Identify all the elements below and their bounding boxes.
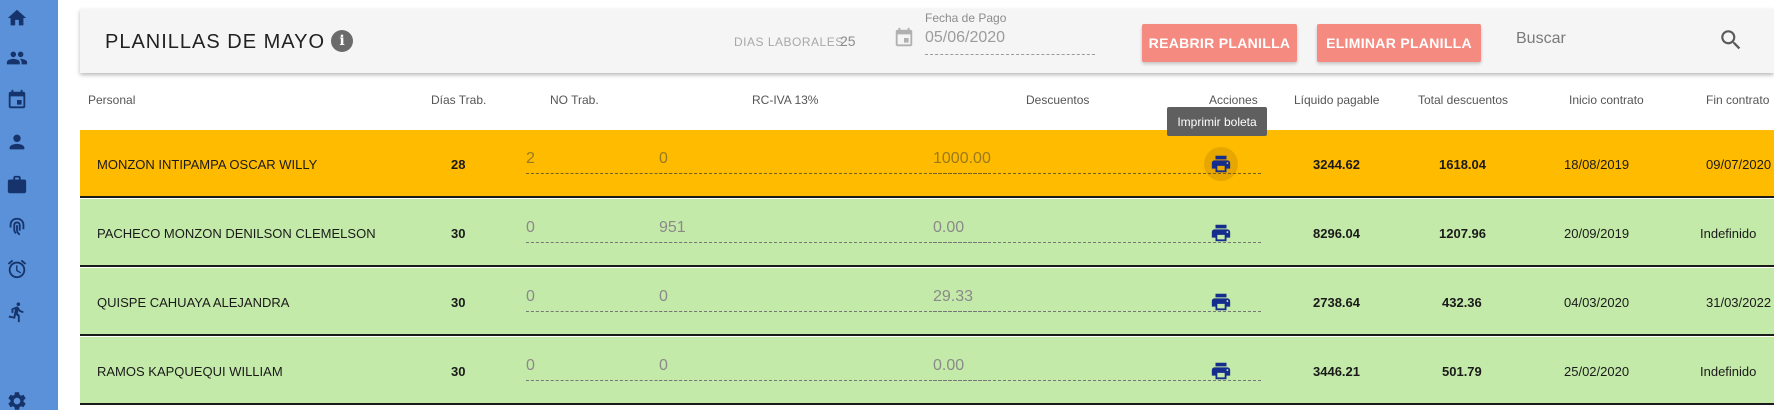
app: PLANILLAS DE MAYO i DIAS LABORALES: 25 F…: [0, 0, 1774, 410]
table-row: PACHECO MONZON DENILSON CLEMELSON 30 0 9…: [80, 199, 1774, 267]
cell-total-descuentos: 1618.04: [1439, 157, 1486, 172]
cell-inicio-contrato: 25/02/2020: [1564, 364, 1630, 379]
header-liquido-pagable[interactable]: Líquido pagable: [1294, 93, 1379, 107]
header-total-descuentos[interactable]: Total descuentos: [1418, 93, 1508, 107]
print-button[interactable]: [1204, 147, 1238, 181]
calendar-icon[interactable]: [4, 87, 30, 113]
toolbar: PLANILLAS DE MAYO i DIAS LABORALES: 25 F…: [80, 9, 1774, 73]
print-tooltip: Imprimir boleta: [1167, 107, 1267, 136]
person-icon[interactable]: [4, 129, 30, 155]
table-row: MONZON INTIPAMPA OSCAR WILLY 28 2 0 1000…: [80, 130, 1774, 198]
dias-laborales-label: DIAS LABORALES:: [734, 35, 848, 49]
cell-liquido-pagable: 8296.04: [1313, 226, 1360, 241]
header-personal[interactable]: Personal: [88, 93, 135, 107]
cell-total-descuentos: 432.36: [1442, 295, 1482, 310]
print-icon: [1211, 293, 1231, 311]
header-inicio-contrato[interactable]: Inicio contrato: [1569, 93, 1644, 107]
alarm-icon[interactable]: [4, 256, 30, 282]
cell-inicio-contrato: 04/03/2020: [1564, 295, 1630, 310]
cell-inicio-contrato: 20/09/2019: [1564, 226, 1630, 241]
table-row: QUISPE CAHUAYA ALEJANDRA 30 0 0 29.33 27…: [80, 268, 1774, 336]
print-icon: [1211, 155, 1231, 173]
header-rc-iva[interactable]: RC-IVA 13%: [752, 93, 818, 107]
cell-dias-trab: 30: [451, 226, 466, 241]
settings-icon[interactable]: [4, 388, 30, 410]
cell-inicio-contrato: 18/08/2019: [1564, 157, 1630, 172]
header-acciones: Acciones: [1209, 93, 1258, 107]
cell-liquido-pagable: 3446.21: [1313, 364, 1360, 379]
running-icon[interactable]: [4, 299, 30, 325]
page-title: PLANILLAS DE MAYO: [105, 31, 326, 53]
print-icon: [1211, 362, 1231, 380]
fecha-pago-field[interactable]: 05/06/2020: [925, 29, 1005, 47]
cell-total-descuentos: 501.79: [1442, 364, 1482, 379]
print-button[interactable]: [1204, 285, 1238, 319]
cell-fin-contrato: Indefinido: [1700, 226, 1757, 241]
eliminar-planilla-button[interactable]: ELIMINAR PLANILLA: [1317, 24, 1481, 62]
cell-dias-trab: 28: [451, 157, 466, 172]
fecha-pago-underline: [925, 54, 1095, 55]
cell-liquido-pagable: 3244.62: [1313, 157, 1360, 172]
table-row: RAMOS KAPQUEQUI WILLIAM 30 0 0 0.00 3446…: [80, 337, 1774, 405]
print-button[interactable]: [1204, 216, 1238, 250]
cell-personal: MONZON INTIPAMPA OSCAR WILLY: [97, 157, 318, 172]
cell-fin-contrato: 09/07/2020: [1706, 157, 1772, 172]
cell-personal: QUISPE CAHUAYA ALEJANDRA: [97, 295, 290, 310]
cell-fin-contrato: Indefinido: [1700, 364, 1757, 379]
print-icon: [1211, 224, 1231, 242]
cell-total-descuentos: 1207.96: [1439, 226, 1486, 241]
calendar-icon[interactable]: [893, 27, 915, 49]
home-icon[interactable]: [4, 5, 30, 31]
header-fin-contrato[interactable]: Fin contrato: [1706, 93, 1769, 107]
cell-personal: RAMOS KAPQUEQUI WILLIAM: [97, 364, 283, 379]
fecha-pago-label: Fecha de Pago: [925, 11, 1007, 25]
reabrir-planilla-button[interactable]: REABRIR PLANILLA: [1142, 24, 1297, 62]
header-no-trab[interactable]: NO Trab.: [550, 93, 599, 107]
search-icon[interactable]: [1718, 27, 1744, 53]
header-descuentos[interactable]: Descuentos: [1026, 93, 1089, 107]
sidebar: [0, 0, 58, 410]
cell-dias-trab: 30: [451, 295, 466, 310]
cell-liquido-pagable: 2738.64: [1313, 295, 1360, 310]
fingerprint-icon[interactable]: [4, 214, 30, 240]
briefcase-icon[interactable]: [4, 172, 30, 198]
people-icon[interactable]: [4, 45, 30, 71]
print-button[interactable]: [1204, 354, 1238, 388]
cell-fin-contrato: 31/03/2022: [1706, 295, 1772, 310]
cell-personal: PACHECO MONZON DENILSON CLEMELSON: [97, 226, 376, 241]
dias-laborales-value: 25: [840, 33, 856, 49]
cell-dias-trab: 30: [451, 364, 466, 379]
header-dias-trab[interactable]: Días Trab.: [431, 93, 486, 107]
search-input[interactable]: Buscar: [1516, 30, 1566, 48]
info-icon[interactable]: i: [331, 30, 353, 52]
